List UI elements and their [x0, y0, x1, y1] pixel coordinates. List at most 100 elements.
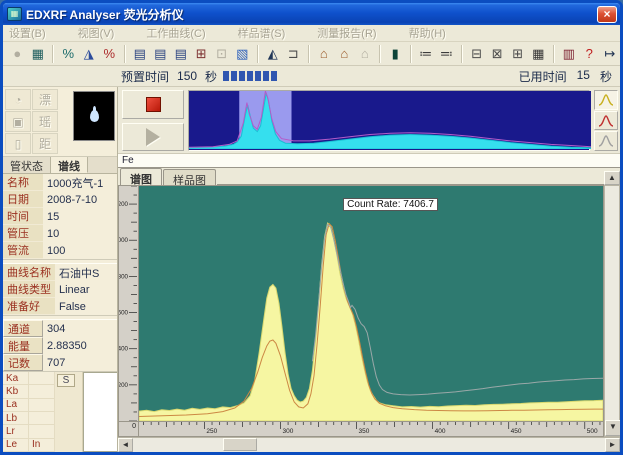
toolbar-separator — [257, 45, 259, 63]
line-value-cell[interactable] — [29, 399, 55, 412]
percent-b-button[interactable]: % — [99, 44, 120, 64]
main-tab-谱图[interactable]: 谱图 — [120, 168, 162, 185]
cn-action-3-button: 距 — [32, 133, 58, 154]
property-row: 曲线类型Linear — [3, 281, 117, 298]
property-value: 10 — [43, 228, 117, 240]
scroll-down-button[interactable]: ▼ — [605, 420, 621, 436]
chart-button[interactable]: ▧ — [232, 44, 253, 64]
count-rate-label: Count Rate: 7406.7 — [343, 198, 438, 211]
property-value: Linear — [55, 284, 117, 296]
progress-segment — [239, 71, 245, 81]
menu-view[interactable]: 视图(V) — [78, 25, 115, 41]
hscroll-thumb[interactable] — [223, 438, 257, 451]
svg-text:1000: 1000 — [119, 237, 129, 244]
help-book-button[interactable]: ▥ — [559, 44, 580, 64]
home-2-button[interactable]: ⌂ — [334, 44, 355, 64]
element-indicator-bar[interactable]: Fe — [118, 153, 620, 168]
grid-button[interactable]: ⊞ — [191, 44, 212, 64]
menu-working-curve[interactable]: 工作曲线(C) — [146, 25, 205, 41]
line-cell-Kb[interactable]: Kb — [3, 385, 29, 398]
line-cell-La[interactable]: La — [3, 399, 29, 412]
curve-properties: 曲线名称石油中S曲线类型Linear准备好False — [3, 264, 117, 315]
property-value: 2.88350 — [43, 340, 117, 352]
preview-scale-buttons — [594, 90, 618, 151]
vscroll-track[interactable] — [605, 186, 619, 420]
left-tab-管状态[interactable]: 管状态 — [3, 157, 51, 173]
left-icon-grid: ◔漂▣瑶▯距 — [5, 89, 58, 154]
property-label: 准备好 — [3, 298, 55, 315]
svg-text:250: 250 — [206, 428, 217, 435]
property-label: 管压 — [3, 225, 43, 242]
save-spectrum-button[interactable]: ▤ — [171, 44, 192, 64]
peak-gray-button[interactable] — [594, 131, 618, 151]
horizontal-scrollbar[interactable]: ◄ ► — [118, 437, 620, 452]
tag-tool-button[interactable]: ⊐ — [283, 44, 304, 64]
main-area: Fe 谱图样品图 ▲ 20040060080010001200 Count Ra… — [118, 87, 620, 452]
delete-spectrum-button[interactable]: ▤ — [150, 44, 171, 64]
list-2-button[interactable]: ≕ — [436, 44, 457, 64]
scroll-left-button[interactable]: ◄ — [118, 438, 133, 452]
element-cell[interactable]: S — [57, 374, 75, 387]
toolbar-separator — [124, 45, 126, 63]
calculator-button[interactable]: ▦ — [528, 44, 549, 64]
grid-dots-button: ⊡ — [212, 44, 233, 64]
line-value-cell[interactable] — [29, 372, 55, 385]
monitor-button[interactable]: ▮ — [385, 44, 406, 64]
percent-a-button[interactable]: % — [58, 44, 79, 64]
home-1-button[interactable]: ⌂ — [314, 44, 335, 64]
film-counter-button[interactable]: ▦ — [28, 44, 49, 64]
menu-help[interactable]: 帮助(H) — [409, 25, 446, 41]
line-value-cell[interactable]: In — [29, 439, 55, 452]
left-tab-谱线[interactable]: 谱线 — [51, 157, 88, 173]
angle-calibrate-button[interactable]: ◮ — [79, 44, 100, 64]
start-button[interactable] — [122, 123, 184, 152]
property-label: 能量 — [3, 337, 43, 354]
line-cell-Lr[interactable]: Lr — [3, 425, 29, 438]
property-row: 时间15 — [3, 208, 117, 225]
measure-strip — [118, 87, 620, 153]
property-row: 能量2.88350 — [3, 337, 117, 354]
line-value-cell[interactable] — [29, 385, 55, 398]
progress-segment — [263, 71, 269, 81]
peak-search-button[interactable]: ◭ — [263, 44, 284, 64]
line-cell-Ka[interactable]: Ka — [3, 372, 29, 385]
scroll-up-button[interactable]: ▲ — [604, 171, 620, 185]
cursor-readout: 通道304能量2.88350记数707 — [3, 320, 117, 371]
line-cell-Lb[interactable]: Lb — [3, 412, 29, 425]
spectrum-plot[interactable]: Count Rate: 7406.7 — [138, 185, 604, 422]
copy-button: ▣ — [5, 111, 31, 132]
property-value: 304 — [43, 323, 117, 335]
property-value: False — [55, 301, 117, 313]
y-axis-ruler: 20040060080010001200 — [118, 185, 138, 422]
new-spectrum-button[interactable]: ▤ — [130, 44, 151, 64]
main-tab-样品图[interactable]: 样品图 — [163, 169, 216, 185]
print-setup-button[interactable]: ⊞ — [508, 44, 529, 64]
svg-text:800: 800 — [119, 273, 129, 280]
vertical-scrollbar[interactable]: ▼ — [604, 185, 620, 437]
main-tab-row: 谱图样品图 ▲ — [118, 168, 620, 185]
line-value-cell[interactable] — [29, 425, 55, 438]
svg-text:450: 450 — [511, 428, 522, 435]
hscroll-track[interactable] — [133, 438, 605, 452]
line-cell-Le[interactable]: Le — [3, 439, 29, 452]
list-1-button[interactable]: ≔ — [416, 44, 437, 64]
close-button[interactable]: × — [597, 6, 617, 23]
app-window: ▦ EDXRF Analyser 荧光分析仪 × 设置(B)视图(V)工作曲线(… — [0, 0, 623, 455]
scroll-right-button[interactable]: ► — [605, 438, 620, 452]
menu-sample-spectrum[interactable]: 样品谱(S) — [238, 25, 286, 41]
print-button[interactable]: ⊟ — [467, 44, 488, 64]
menu-measure-report[interactable]: 测量报告(R) — [317, 25, 376, 41]
print-preview-button[interactable]: ⊠ — [487, 44, 508, 64]
element-listbox[interactable] — [83, 372, 117, 452]
peak-yellow-button[interactable] — [594, 90, 618, 110]
svg-text:400: 400 — [119, 346, 129, 353]
spectrum-preview[interactable] — [188, 90, 590, 151]
menu-settings[interactable]: 设置(B) — [9, 25, 46, 41]
line-value-cell[interactable] — [29, 412, 55, 425]
property-value: 2008-7-10 — [43, 194, 117, 206]
context-help-button[interactable]: ? — [579, 44, 600, 64]
y-axis-zero-label: 0 — [118, 422, 138, 437]
peak-red-button[interactable] — [594, 111, 618, 131]
stop-button[interactable] — [122, 90, 184, 119]
exit-button[interactable]: ↦ — [600, 44, 621, 64]
